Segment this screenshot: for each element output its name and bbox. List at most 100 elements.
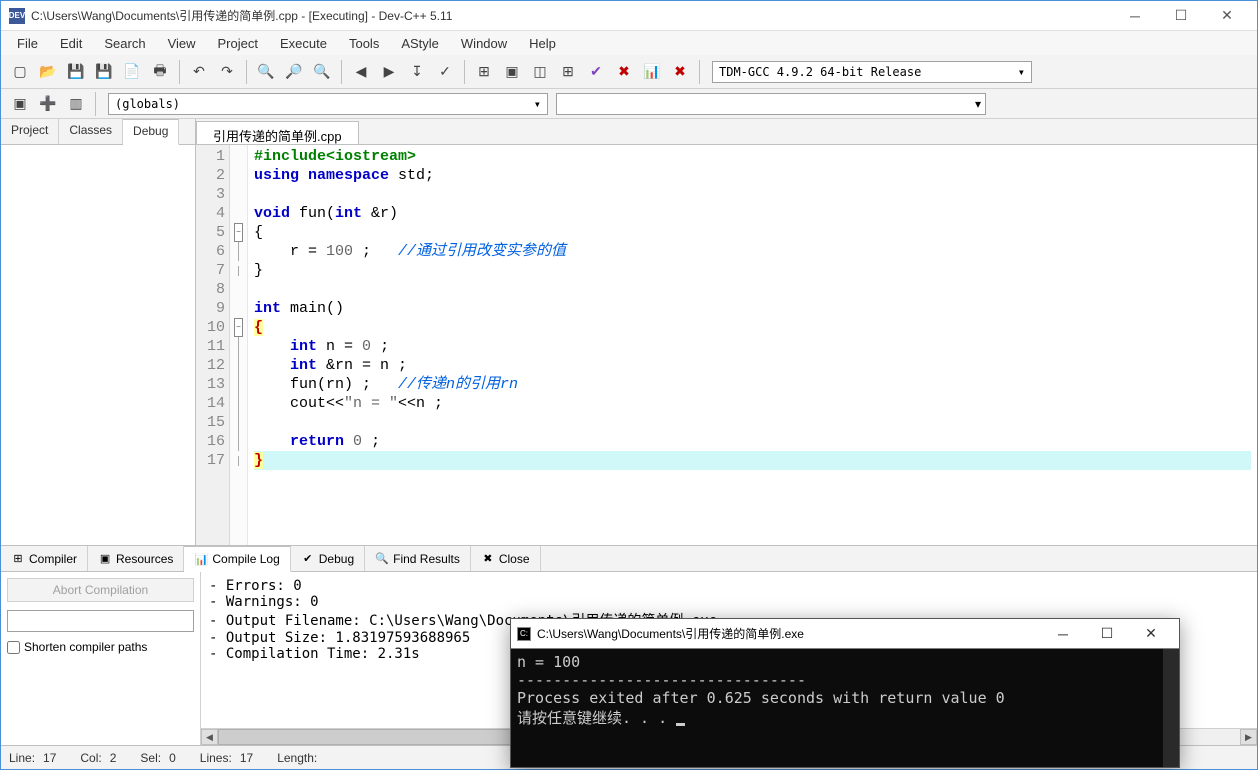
console-cursor [676,723,685,726]
titlebar[interactable]: DEV C:\Users\Wang\Documents\引用传递的简单例.cpp… [1,1,1257,31]
save-all-icon[interactable]: 💾 [91,59,117,85]
scope-dropdown-label: (globals) [115,97,180,111]
minimize-button[interactable]: ─ [1113,2,1157,30]
left-panel-body [1,145,195,545]
status-line-label: Line: [9,751,35,765]
status-line-value: 17 [43,751,56,765]
code-editor[interactable]: 1234567891011121314151617 −− #include<io… [196,145,1257,545]
function-dropdown[interactable]: ▾ [556,93,986,115]
bottom-tab-compile-log[interactable]: 📊Compile Log [184,546,290,572]
tab-icon: ⊞ [11,552,25,566]
replace-icon[interactable]: 🔎 [281,59,307,85]
undo-icon[interactable]: ↶ [186,59,212,85]
scroll-left-icon[interactable]: ◀ [201,729,218,745]
console-window[interactable]: C: C:\Users\Wang\Documents\引用传递的简单例.exe … [510,618,1180,768]
console-minimize-button[interactable]: ─ [1041,620,1085,648]
close-button[interactable]: ✕ [1205,2,1249,30]
shorten-paths-box[interactable] [7,641,20,654]
compiler-dropdown-label: TDM-GCC 4.9.2 64-bit Release [719,65,921,79]
bottom-tab-find-results[interactable]: 🔍Find Results [365,546,471,571]
line-gutter: 1234567891011121314151617 [196,145,230,545]
bottom-tab-compiler[interactable]: ⊞Compiler [1,546,88,571]
new-project-icon[interactable]: ▣ [7,91,33,117]
console-title: C:\Users\Wang\Documents\引用传递的简单例.exe [537,625,1041,642]
tab-icon: 📊 [194,552,208,566]
abort-compilation-button: Abort Compilation [7,578,194,602]
bookmark-back-icon[interactable]: ◀ [348,59,374,85]
debug-icon[interactable]: ✔ [583,59,609,85]
new-file-icon[interactable]: ▢ [7,59,33,85]
left-tab-debug[interactable]: Debug [123,119,179,145]
console-close-button[interactable]: ✕ [1129,620,1173,648]
compiler-dropdown[interactable]: TDM-GCC 4.9.2 64-bit Release ▾ [712,61,1032,83]
compile-icon[interactable]: ⊞ [471,59,497,85]
console-titlebar[interactable]: C: C:\Users\Wang\Documents\引用传递的简单例.exe … [511,619,1179,649]
menu-project[interactable]: Project [208,33,268,54]
menu-edit[interactable]: Edit [50,33,92,54]
bookmark-fwd-icon[interactable]: ▶ [376,59,402,85]
fold-column: −− [230,145,248,545]
maximize-button[interactable]: ☐ [1159,2,1203,30]
bottom-tabs: ⊞Compiler▣Resources📊Compile Log✔Debug🔍Fi… [1,546,1257,572]
save-as-icon[interactable]: 📄 [119,59,145,85]
toolbar-main: ▢ 📂 💾 💾 📄 🖶 ↶ ↷ 🔍 🔎 🔍 ◀ ▶ ↧ ✓ ⊞ ▣ ◫ ⊞ ✔ … [1,55,1257,89]
menu-file[interactable]: File [7,33,48,54]
menu-execute[interactable]: Execute [270,33,337,54]
left-tab-project[interactable]: Project [1,119,59,144]
tab-icon: 🔍 [375,552,389,566]
add-file-icon[interactable]: ➕ [35,91,61,117]
menu-window[interactable]: Window [451,33,517,54]
console-scrollbar[interactable] [1163,649,1179,767]
bottom-tab-resources[interactable]: ▣Resources [88,546,184,571]
file-tab-bar: 引用传递的简单例.cpp [196,119,1257,145]
editor-split: ProjectClassesDebug 引用传递的简单例.cpp 1234567… [1,119,1257,545]
find-icon[interactable]: 🔍 [253,59,279,85]
goto-line-icon[interactable]: ↧ [404,59,430,85]
file-tab-active[interactable]: 引用传递的简单例.cpp [196,121,359,144]
find-in-files-icon[interactable]: 🔍 [309,59,335,85]
menu-astyle[interactable]: AStyle [391,33,449,54]
menu-help[interactable]: Help [519,33,566,54]
status-sel-label: Sel: [140,751,161,765]
chevron-down-icon: ▾ [975,97,981,111]
fold-toggle-icon[interactable]: − [234,223,243,242]
open-icon[interactable]: 📂 [35,59,61,85]
code-body[interactable]: #include<iostream>using namespace std; v… [248,145,1257,545]
compile-run-icon[interactable]: ◫ [527,59,553,85]
window-title: C:\Users\Wang\Documents\引用传递的简单例.cpp - [… [31,7,1113,24]
left-panel: ProjectClassesDebug [1,119,196,545]
fold-toggle-icon[interactable]: − [234,318,243,337]
status-lines-value: 17 [240,751,253,765]
app-icon: DEV [9,8,25,24]
status-col-value: 2 [110,751,117,765]
rebuild-icon[interactable]: ⊞ [555,59,581,85]
bookmark-icon[interactable]: ✓ [432,59,458,85]
left-tab-classes[interactable]: Classes [59,119,123,144]
compile-log-filter-input[interactable] [7,610,194,632]
editor-area: 引用传递的简单例.cpp 1234567891011121314151617 −… [196,119,1257,545]
console-body[interactable]: n = 100 --------------------------------… [511,649,1179,767]
bottom-tab-close[interactable]: ✖Close [471,546,541,571]
run-icon[interactable]: ▣ [499,59,525,85]
tab-icon: ✖ [481,552,495,566]
delete-profile-icon[interactable]: ✖ [667,59,693,85]
menu-view[interactable]: View [158,33,206,54]
profile-icon[interactable]: 📊 [639,59,665,85]
left-panel-tabs: ProjectClassesDebug [1,119,195,145]
console-maximize-button[interactable]: ☐ [1085,620,1129,648]
save-icon[interactable]: 💾 [63,59,89,85]
status-lines-label: Lines: [200,751,232,765]
scroll-right-icon[interactable]: ▶ [1240,729,1257,745]
shorten-paths-checkbox[interactable]: Shorten compiler paths [7,640,194,654]
menu-tools[interactable]: Tools [339,33,389,54]
stop-icon[interactable]: ✖ [611,59,637,85]
print-icon[interactable]: 🖶 [147,59,173,85]
chevron-down-icon: ▾ [534,97,541,111]
chevron-down-icon: ▾ [1018,65,1025,79]
status-col-label: Col: [80,751,101,765]
scope-dropdown[interactable]: (globals) ▾ [108,93,548,115]
bottom-tab-debug[interactable]: ✔Debug [291,546,365,571]
menu-search[interactable]: Search [94,33,155,54]
remove-file-icon[interactable]: ▥ [63,91,89,117]
redo-icon[interactable]: ↷ [214,59,240,85]
